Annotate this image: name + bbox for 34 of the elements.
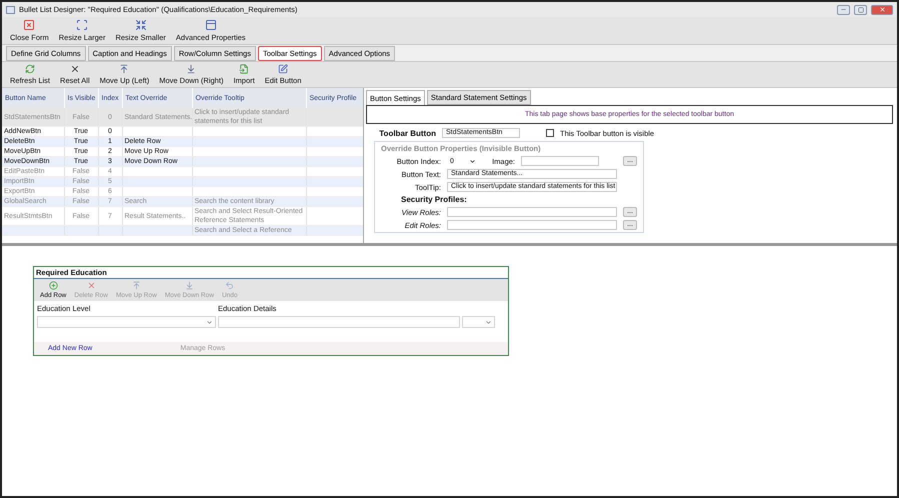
window-icon bbox=[204, 19, 217, 31]
input-field[interactable] bbox=[521, 156, 599, 166]
maximize-icon bbox=[858, 6, 864, 12]
minimize-button[interactable] bbox=[837, 4, 850, 14]
shrink-icon bbox=[134, 19, 147, 31]
refresh-icon bbox=[25, 64, 36, 74]
close-button[interactable] bbox=[871, 4, 893, 14]
app-icon bbox=[6, 6, 15, 14]
arrow-up-icon bbox=[119, 64, 130, 74]
plus-icon bbox=[48, 281, 58, 290]
input-field[interactable] bbox=[447, 220, 617, 230]
import-icon bbox=[239, 64, 250, 74]
close-icon bbox=[878, 6, 886, 13]
chevron-down-icon bbox=[469, 158, 476, 164]
chevron-down-icon bbox=[485, 318, 492, 326]
section-title: Security Profiles: bbox=[401, 195, 468, 204]
maximize-button[interactable] bbox=[854, 4, 867, 14]
dropdown[interactable] bbox=[37, 316, 216, 328]
edit-icon bbox=[278, 64, 288, 74]
close-icon bbox=[23, 19, 36, 31]
checkbox[interactable] bbox=[546, 129, 554, 137]
field-label: Toolbar Button bbox=[378, 128, 436, 138]
arrow-down-icon bbox=[184, 281, 194, 290]
expand-icon bbox=[76, 19, 88, 31]
dropdown[interactable] bbox=[462, 316, 495, 328]
chevron-down-icon bbox=[206, 318, 213, 326]
minimize-icon bbox=[840, 6, 847, 13]
close-icon bbox=[86, 281, 96, 290]
input-field[interactable] bbox=[447, 207, 617, 217]
arrow-up-icon bbox=[132, 281, 141, 290]
close-icon bbox=[70, 64, 80, 74]
arrow-down-icon bbox=[186, 64, 196, 74]
input-field[interactable] bbox=[218, 316, 460, 328]
undo-icon bbox=[225, 281, 234, 290]
